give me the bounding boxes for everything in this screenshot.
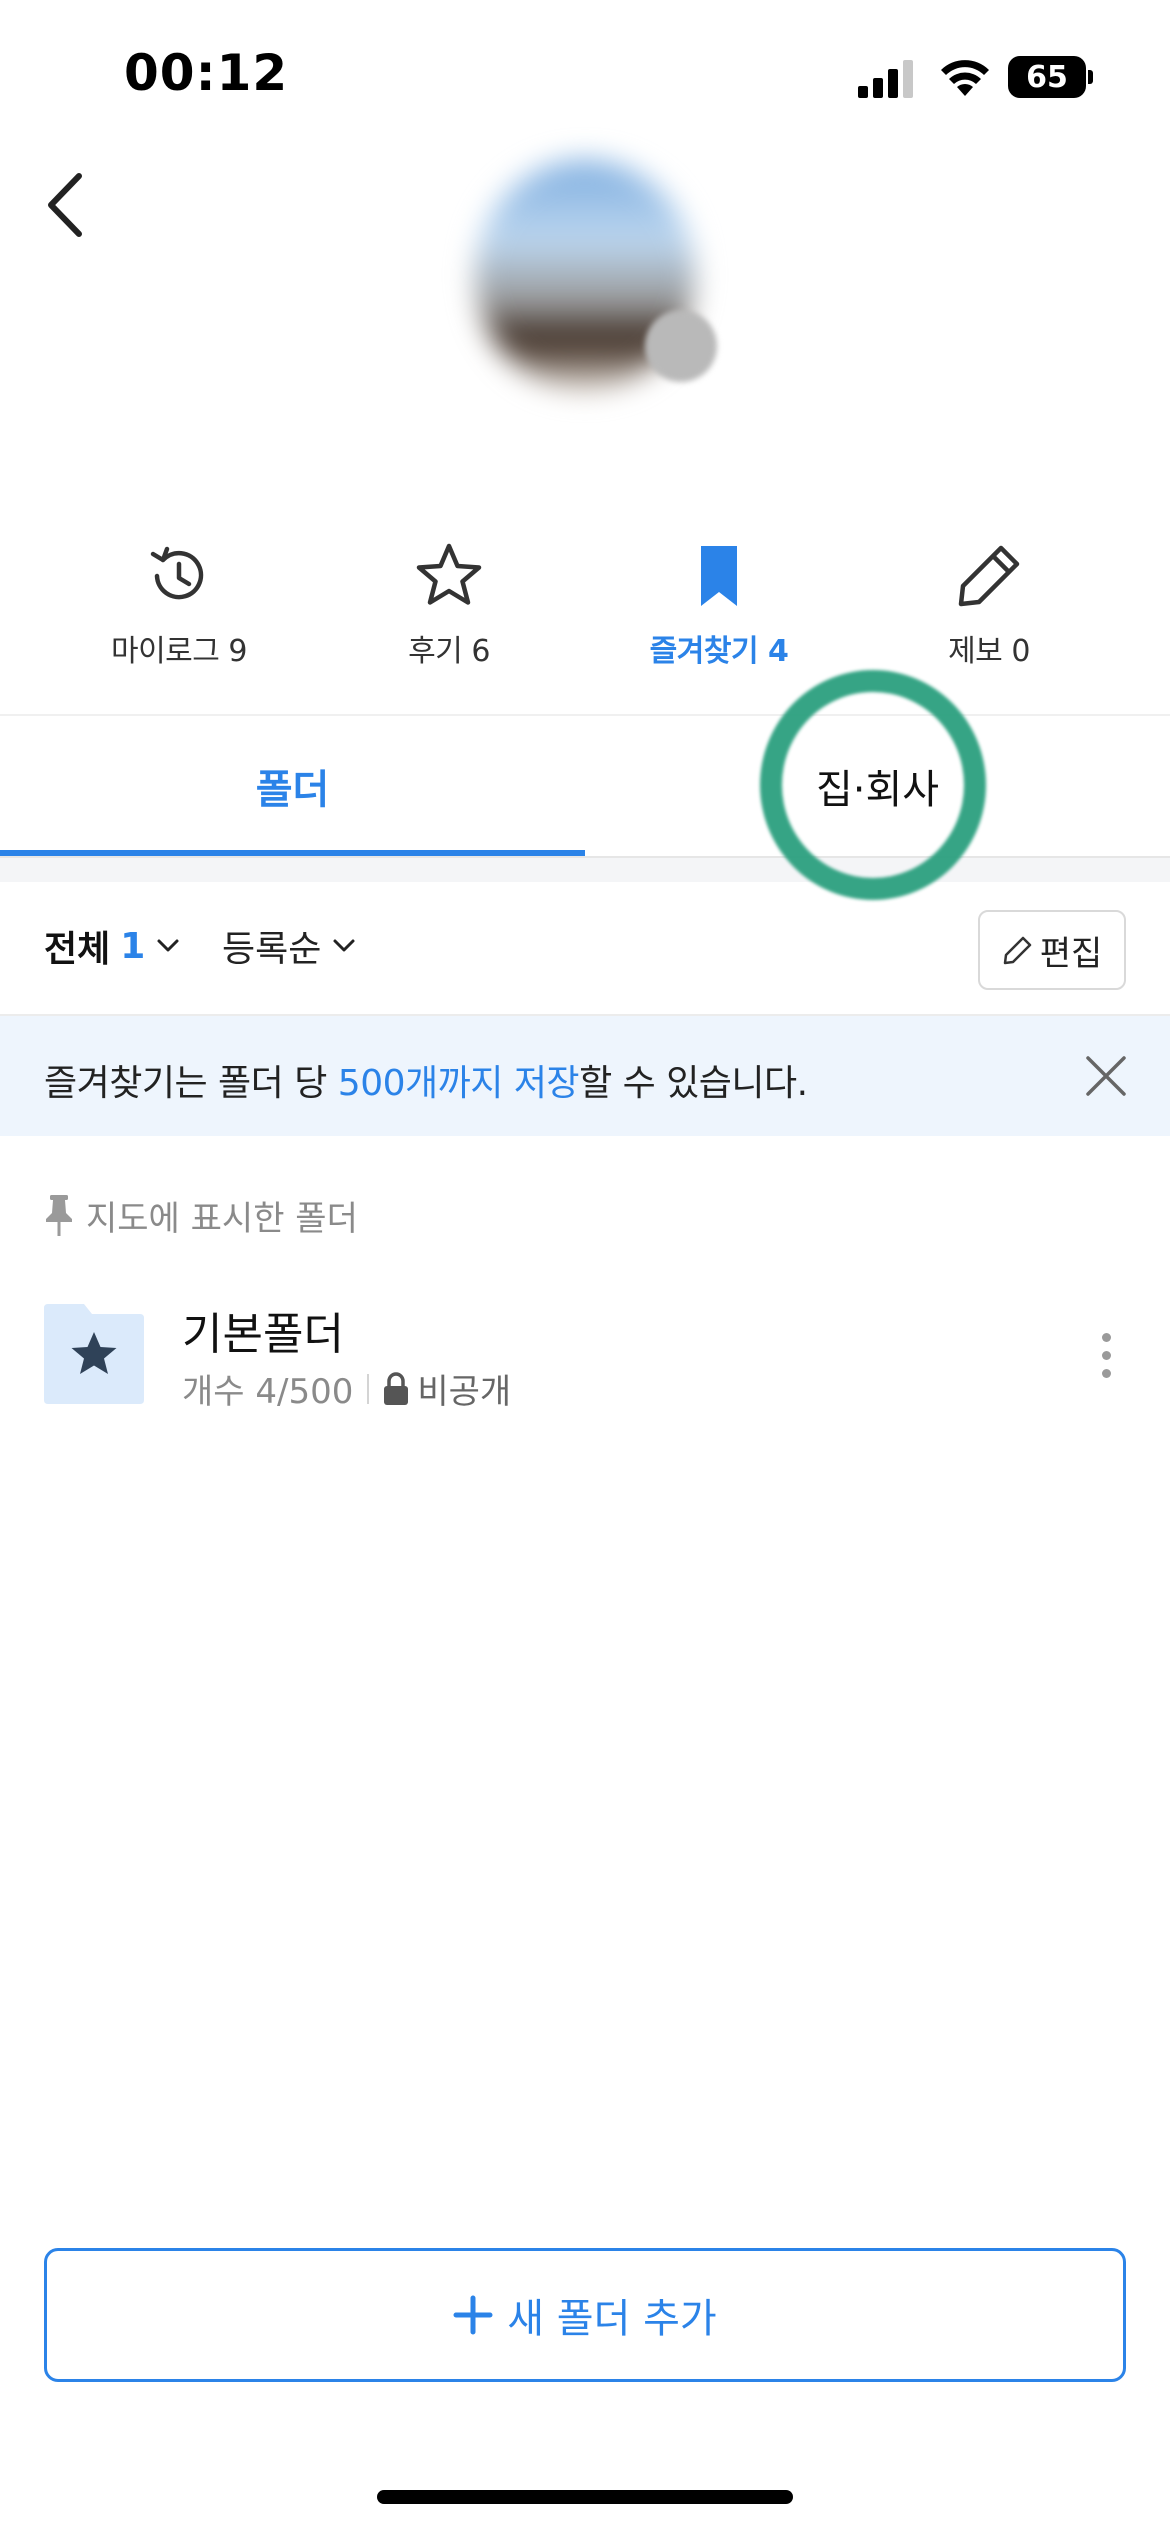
sort-dropdown[interactable]: 등록순: [222, 920, 357, 972]
more-options-icon[interactable]: [1086, 1320, 1126, 1390]
map-folder-section-label: 지도에 표시한 폴더: [44, 1192, 358, 1239]
notice-suffix: 할 수 있습니다.: [579, 1063, 808, 1104]
add-folder-label: 새 폴더 추가: [507, 2296, 717, 2342]
filter-all-label: 전체: [44, 929, 111, 970]
notice-prefix: 즐겨찾기는 폴더 당: [44, 1063, 338, 1104]
edit-label: 편집: [1039, 933, 1103, 974]
section-gap: [0, 858, 1170, 882]
stat-bookmark-label: 즐겨찾기 4: [649, 634, 789, 669]
list-item[interactable]: 기본폴더 개수 4/500 비공개: [0, 1290, 1170, 1420]
tab-folder[interactable]: 폴더: [0, 716, 585, 856]
section-label-text: 지도에 표시한 폴더: [86, 1198, 358, 1239]
battery-icon: 65: [1008, 56, 1093, 98]
wifi-icon: [941, 60, 989, 96]
stat-review[interactable]: 후기 6: [314, 540, 584, 680]
meta-separator: [367, 1373, 370, 1404]
stat-report-label: 제보 0: [948, 634, 1030, 669]
notice-text: 즐겨찾기는 폴더 당 500개까지 저장할 수 있습니다.: [44, 1054, 808, 1106]
lock-icon: [384, 1371, 409, 1405]
notice-highlight: 500개까지 저장: [337, 1063, 580, 1104]
pin-icon: [46, 1195, 72, 1236]
folder-visibility: 비공개: [383, 1364, 511, 1413]
notice-banner: 즐겨찾기는 폴더 당 500개까지 저장할 수 있습니다.: [0, 1016, 1170, 1136]
status-bar: 00:12 65: [0, 0, 1170, 150]
profile-avatar[interactable]: [455, 150, 725, 410]
add-folder-button[interactable]: 새 폴더 추가: [44, 2248, 1126, 2382]
stats-row: 마이로그 9 후기 6 즐겨찾기 4 제보 0: [0, 540, 1170, 680]
folder-count: 개수 4/500: [182, 1372, 354, 1412]
bookmark-icon: [701, 546, 737, 606]
star-icon: [416, 543, 482, 605]
filter-all-count: 1: [120, 925, 146, 967]
filter-row: 전체 1 등록순 편집: [0, 882, 1170, 1012]
close-icon: [1086, 1056, 1126, 1096]
avatar-badge: [645, 310, 717, 382]
stat-review-label: 후기 6: [408, 634, 490, 669]
stat-mylog[interactable]: 마이로그 9: [44, 540, 314, 680]
sort-label: 등록순: [222, 929, 322, 970]
stat-bookmark[interactable]: 즐겨찾기 4: [584, 540, 854, 680]
stat-mylog-label: 마이로그 9: [110, 634, 248, 669]
folder-meta: 개수 4/500 비공개: [182, 1364, 511, 1413]
plus-icon: [453, 2295, 493, 2335]
tab-home-company[interactable]: 집·회사: [585, 716, 1170, 856]
notice-close-button[interactable]: [1078, 1048, 1134, 1104]
chevron-down-icon: [157, 939, 179, 952]
pencil-icon: [1003, 936, 1031, 965]
edit-button[interactable]: 편집: [978, 910, 1126, 990]
chevron-down-icon: [333, 939, 355, 952]
signal-icon: [858, 60, 913, 98]
history-icon: [150, 546, 204, 600]
folder-name: 기본폴더: [182, 1309, 344, 1360]
battery-level: 65: [1008, 56, 1086, 98]
back-button[interactable]: [30, 160, 100, 250]
status-time: 00:12: [124, 44, 289, 102]
pencil-icon: [958, 545, 1020, 607]
star-folder-icon: [44, 1304, 144, 1404]
chevron-left-icon: [48, 173, 82, 237]
tab-bar: 폴더 집·회사: [0, 716, 1170, 856]
folder-visibility-label: 비공개: [417, 1372, 512, 1412]
stat-report[interactable]: 제보 0: [854, 540, 1124, 680]
filter-all-dropdown[interactable]: 전체 1: [44, 920, 181, 972]
home-indicator[interactable]: [377, 2490, 793, 2504]
